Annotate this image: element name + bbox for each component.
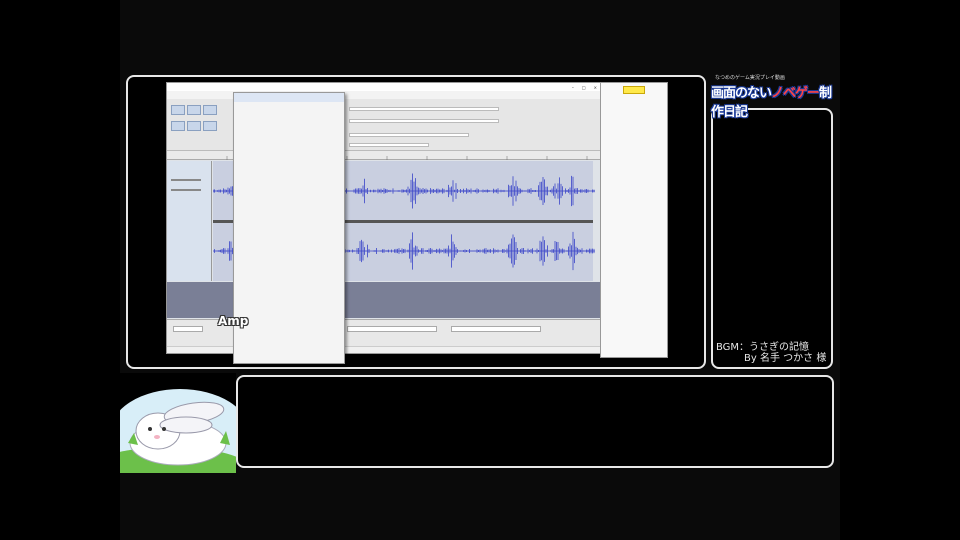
menu-item[interactable] — [234, 265, 344, 274]
menu-item[interactable] — [234, 127, 344, 136]
menu-item[interactable] — [234, 299, 344, 308]
bgm-credit: BGM：うさぎの記憶 By 名手 つかさ 様 — [716, 342, 832, 364]
logo-title-part1: 画面のない — [711, 86, 772, 101]
menu-item[interactable] — [234, 170, 344, 179]
menu-item[interactable] — [234, 273, 344, 282]
menu-item[interactable] — [234, 145, 344, 154]
project-rate-field[interactable] — [173, 326, 203, 332]
logo-title: 画面のないノベゲー制作日記 — [711, 82, 835, 120]
bunny-mascot — [120, 373, 236, 473]
menu-item[interactable] — [234, 342, 344, 351]
menu-item[interactable] — [234, 136, 344, 145]
menu-item[interactable] — [234, 282, 344, 291]
panel-row[interactable] — [601, 113, 667, 121]
credit-line-1: BGM：うさぎの記憶 — [716, 342, 810, 353]
pan-slider[interactable] — [171, 189, 201, 191]
stop-button[interactable] — [203, 105, 217, 115]
bunny-illustration — [120, 373, 236, 473]
menu-item[interactable] — [234, 188, 344, 197]
amp-caption: Amp — [218, 314, 249, 328]
record-meter[interactable] — [349, 107, 499, 111]
panel-row[interactable] — [601, 129, 667, 137]
menu-item[interactable] — [234, 205, 344, 214]
zoom-tools[interactable] — [349, 133, 469, 137]
menu-item[interactable] — [234, 248, 344, 257]
app-titlebar: – □ × — [167, 83, 601, 91]
skip-end-button[interactable] — [187, 121, 201, 131]
logo-subtitle: なつめのゲーム実況プレイ動画 — [715, 75, 785, 81]
pause-button[interactable] — [171, 105, 185, 115]
secondary-window-panel — [600, 82, 668, 358]
menu-item[interactable] — [234, 308, 344, 317]
skip-start-button[interactable] — [171, 121, 185, 131]
gain-slider[interactable] — [171, 179, 201, 181]
edit-tools[interactable] — [349, 143, 429, 147]
effect-dropdown-menu — [233, 92, 345, 364]
menu-item[interactable] — [234, 110, 344, 119]
logo-title-red: ノベゲー — [771, 86, 820, 101]
letterbox-left — [0, 0, 120, 540]
side-info-frame — [711, 108, 833, 369]
menu-item[interactable] — [234, 316, 344, 325]
message-box — [236, 375, 834, 468]
letterbox-right — [840, 0, 960, 540]
selection-start-field[interactable] — [347, 326, 437, 332]
menu-item[interactable] — [234, 231, 344, 240]
channel-logo: なつめのゲーム実況プレイ動画 画面のないノベゲー制作日記 — [711, 74, 835, 120]
selection-end-field[interactable] — [451, 326, 541, 332]
menu-item[interactable] — [234, 334, 344, 343]
close-icon[interactable]: × — [594, 85, 597, 90]
menu-item[interactable] — [234, 291, 344, 300]
menu-item[interactable] — [234, 119, 344, 128]
menu-item[interactable] — [234, 162, 344, 171]
message-text — [238, 377, 832, 397]
playback-meter[interactable] — [349, 119, 499, 123]
menu-item[interactable] — [234, 196, 344, 205]
menu-item[interactable] — [234, 325, 344, 334]
menu-item[interactable] — [234, 153, 344, 162]
menu-item[interactable] — [234, 93, 344, 102]
minimize-icon[interactable]: – — [572, 85, 574, 90]
credit-line-2: By 名手 つかさ 様 — [744, 353, 827, 364]
panel-row[interactable] — [601, 145, 667, 153]
highlight-button[interactable] — [623, 86, 645, 94]
panel-row[interactable] — [601, 121, 667, 129]
panel-row[interactable] — [601, 97, 667, 105]
record-button[interactable] — [203, 121, 217, 131]
play-button[interactable] — [187, 105, 201, 115]
maximize-icon[interactable]: □ — [582, 85, 586, 90]
menu-item[interactable] — [234, 256, 344, 265]
menu-item[interactable] — [234, 102, 344, 111]
panel-row[interactable] — [601, 137, 667, 145]
menu-item[interactable] — [234, 239, 344, 248]
menu-item[interactable] — [234, 179, 344, 188]
track-control-panel[interactable] — [167, 161, 212, 281]
menu-item[interactable] — [234, 213, 344, 222]
panel-row[interactable] — [601, 105, 667, 113]
menu-item[interactable] — [234, 222, 344, 231]
